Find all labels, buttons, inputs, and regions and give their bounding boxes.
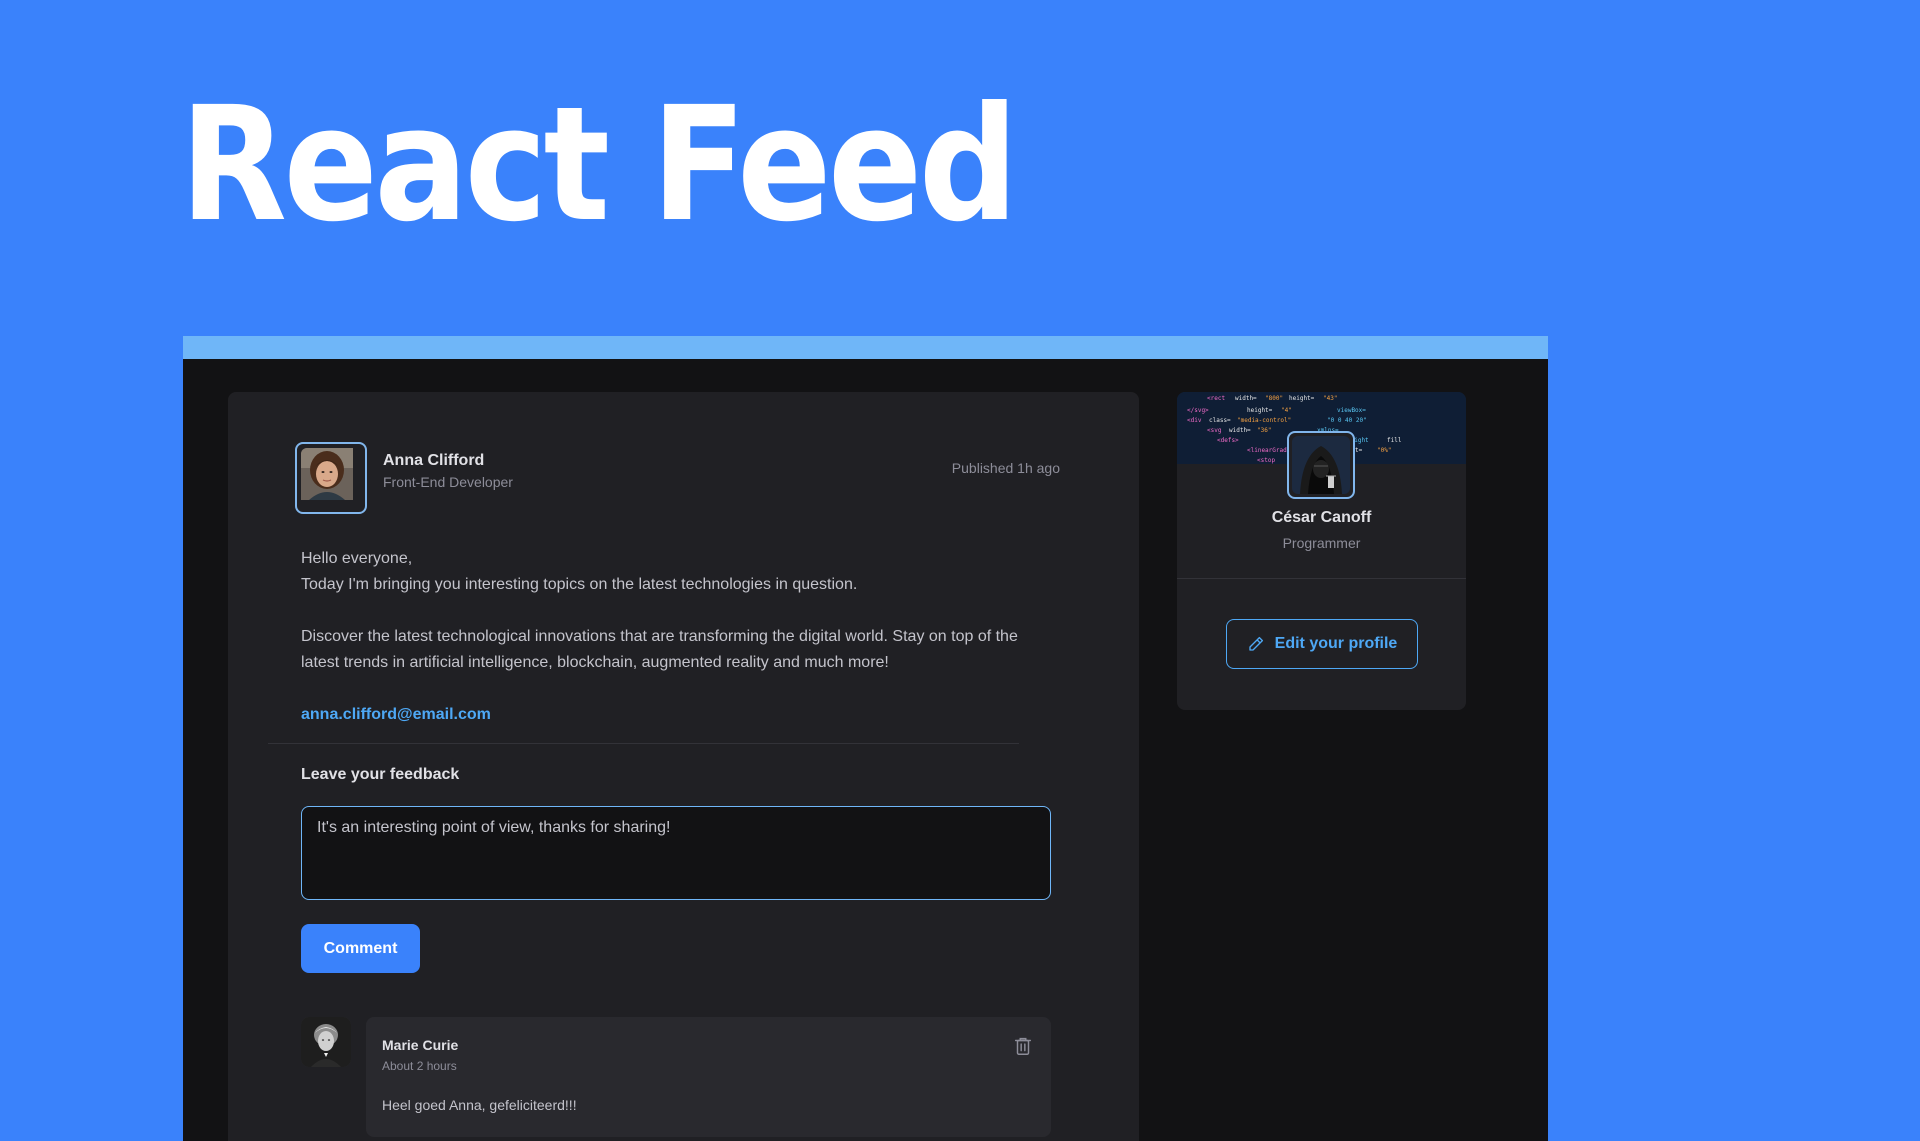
comment-author: Marie Curie (382, 1037, 459, 1053)
profile-role: Programmer (1282, 535, 1361, 551)
post-header: Anna Clifford Front-End Developer Publis… (295, 442, 1060, 514)
post-card: Anna Clifford Front-End Developer Publis… (228, 392, 1139, 1141)
profile-avatar[interactable] (1287, 431, 1355, 499)
svg-text:<linearGrad: <linearGrad (1247, 447, 1287, 454)
svg-text:"36": "36" (1257, 427, 1271, 434)
marie-portrait (301, 1017, 351, 1067)
svg-text:</svg>: </svg> (1187, 407, 1209, 414)
post-intro: Today I'm bringing you interesting topic… (301, 576, 858, 593)
author-name: Anna Clifford (383, 452, 485, 469)
svg-text:class=: class= (1209, 417, 1231, 424)
svg-text:"0%": "0%" (1377, 447, 1391, 454)
anna-portrait (301, 448, 361, 508)
author-role: Front-End Developer (383, 474, 513, 490)
page-title: React Feed (180, 73, 1018, 257)
comment-time: About 2 hours (382, 1059, 457, 1073)
svg-text:height=: height= (1247, 407, 1273, 414)
svg-text:"media-control": "media-control" (1237, 417, 1291, 424)
cesar-portrait (1292, 436, 1350, 494)
svg-text:width=: width= (1229, 427, 1251, 434)
comment-text: Heel goed Anna, gefeliciteerd!!! (382, 1097, 577, 1113)
delete-comment-button[interactable] (1011, 1035, 1035, 1059)
author-avatar[interactable] (295, 442, 367, 514)
svg-text:<div: <div (1187, 417, 1202, 424)
header-strip (183, 336, 1548, 359)
profile-sidebar: <rect width= "800" height= "43" </svg> height… (1177, 392, 1466, 710)
edit-profile-label: Edit your profile (1274, 635, 1398, 652)
edit-profile-button[interactable]: Edit your profile (1226, 619, 1418, 669)
post-content: Hello everyone, Today I'm bringing you i… (301, 546, 1041, 728)
feedback-textarea[interactable]: It's an interesting point of view, thank… (301, 806, 1051, 900)
author-email-link[interactable]: anna.clifford@email.com (301, 702, 491, 728)
svg-text:"43": "43" (1323, 395, 1337, 402)
comment-button[interactable]: Comment (301, 924, 420, 973)
commenter-avatar[interactable] (301, 1017, 351, 1067)
svg-text:<rect: <rect (1207, 395, 1225, 402)
svg-text:<stop: <stop (1257, 457, 1275, 464)
svg-text:"0 0 40 20": "0 0 40 20" (1327, 417, 1367, 424)
post-greeting: Hello everyone, (301, 550, 413, 567)
feedback-title: Leave your feedback (301, 766, 460, 783)
svg-text:"4": "4" (1281, 407, 1292, 414)
svg-text:height=: height= (1289, 395, 1315, 402)
svg-text:<defs>: <defs> (1217, 437, 1239, 444)
pencil-icon (1248, 636, 1263, 651)
app-frame: Anna Clifford Front-End Developer Publis… (183, 336, 1548, 1141)
published-time: Published 1h ago (951, 460, 1060, 476)
comment-box: Marie Curie About 2 hours Heel goed Anna… (366, 1017, 1051, 1137)
sidebar-divider (1177, 578, 1466, 579)
svg-text:viewBox=: viewBox= (1337, 407, 1366, 414)
svg-text:<svg: <svg (1207, 427, 1222, 434)
profile-name: César Canoff (1271, 509, 1372, 526)
trash-icon (1014, 1037, 1032, 1055)
svg-text:"800": "800" (1265, 395, 1283, 402)
svg-text:fill: fill (1387, 437, 1402, 444)
svg-text:width=: width= (1235, 395, 1257, 402)
post-body: Discover the latest technological innova… (301, 628, 1018, 671)
divider (268, 743, 1019, 744)
